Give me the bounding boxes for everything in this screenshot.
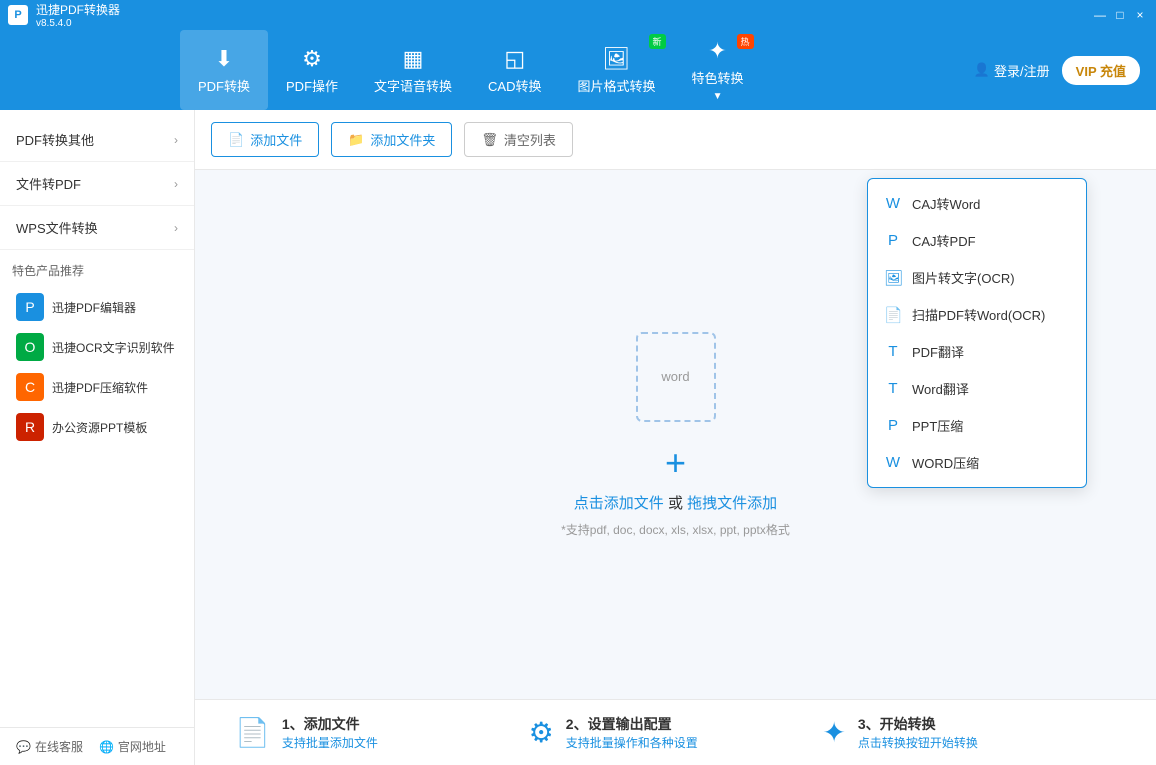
add-file-icon: 📄 [228,132,244,148]
nav-pdf-op[interactable]: ⚙ PDF操作 [268,30,356,110]
ocr-icon: O [16,333,44,361]
pdf-translate-icon: T [884,343,902,360]
product-ppt[interactable]: R 办公资源PPT模板 [12,407,182,447]
trash-icon: 🗑 [481,132,498,148]
title-bar: P 迅捷PDF转换器 v8.5.4.0 — □ × [0,0,1156,30]
chevron-right-icon: › [174,133,178,147]
sidebar-item-wps[interactable]: WPS文件转换 › [0,206,194,249]
guide-step-1: 📄 1、添加文件 支持批量添加文件 [235,714,529,751]
add-folder-button[interactable]: 📁 添加文件夹 [331,122,452,157]
nav-pdf-convert[interactable]: ⬇ PDF转换 [180,30,268,110]
dropdown-word-compress[interactable]: W WORD压缩 [868,444,1086,481]
close-button[interactable]: × [1132,7,1148,23]
chevron-right-icon-3: › [174,221,178,235]
vip-button[interactable]: VIP 充值 [1062,56,1140,85]
add-file-button[interactable]: 📄 添加文件 [211,122,319,157]
add-file-link[interactable]: 点击添加文件 [574,495,664,512]
products-title: 特色产品推荐 [12,262,182,279]
ppt-compress-icon: P [884,417,902,434]
main-layout: PDF转换其他 › 文件转PDF › WPS文件转换 › 特色产品推荐 P 迅捷… [0,110,1156,765]
word-placeholder: word [636,332,716,422]
add-file-text: 点击添加文件 或 拖拽文件添加 [574,492,777,513]
product-compress[interactable]: C 迅捷PDF压缩软件 [12,367,182,407]
special-icon: ✦ [708,38,726,64]
dropdown-pdf-translate[interactable]: T PDF翻译 [868,333,1086,370]
sidebar-item-pdf-other[interactable]: PDF转换其他 › [0,118,194,161]
word-translate-icon: T [884,380,902,397]
online-service-link[interactable]: 💬 在线客服 [16,738,83,755]
service-icon: 💬 [16,740,31,754]
text-voice-icon: ▦ [403,46,424,72]
sidebar-footer: 💬 在线客服 🌐 官网地址 [0,727,194,765]
minimize-button[interactable]: — [1092,7,1108,23]
scan-icon: 📄 [884,306,902,324]
nav-image-format[interactable]: 新 🖼 图片格式转换 [560,30,674,110]
dropdown-scan-pdf-word[interactable]: 📄 扫描PDF转Word(OCR) [868,296,1086,333]
nav-special[interactable]: 热 ✦ 特色转换 ▼ [674,30,762,110]
nav-cad[interactable]: ◱ CAD转换 [470,30,559,110]
sidebar-item-file-to-pdf[interactable]: 文件转PDF › [0,162,194,205]
dropdown-caj-pdf[interactable]: P CAJ转PDF [868,222,1086,259]
compress-icon: C [16,373,44,401]
dropdown-image-ocr[interactable]: 🖼 图片转文字(OCR) [868,259,1086,296]
new-badge: 新 [649,34,666,49]
guide-step-1-icon: 📄 [235,716,270,749]
guide-step-3-icon: ✦ [822,716,845,749]
dropdown-ppt-compress[interactable]: P PPT压缩 [868,407,1086,444]
login-button[interactable]: 👤 登录/注册 [974,61,1050,80]
dropdown-word-translate[interactable]: T Word翻译 [868,370,1086,407]
nav-right: 👤 登录/注册 VIP 充值 [974,30,1156,110]
add-file-hint: *支持pdf, doc, docx, xls, xlsx, ppt, pptx格… [561,521,790,538]
website-link[interactable]: 🌐 官网地址 [99,738,166,755]
guide-step-2: ⚙ 2、设置输出配置 支持批量操作和各种设置 [529,714,823,751]
maximize-button[interactable]: □ [1112,7,1128,23]
app-icon: P [8,5,28,25]
content-area: 📄 添加文件 📁 添加文件夹 🗑 清空列表 word + 点击添加文件 或 拖拽… [195,110,1156,765]
sidebar-section-file-to-pdf: 文件转PDF › [0,162,194,206]
guide-step-2-icon: ⚙ [529,716,554,749]
pdf-op-icon: ⚙ [302,46,322,72]
add-folder-icon: 📁 [348,132,364,148]
products-section: 特色产品推荐 P 迅捷PDF编辑器 O 迅捷OCR文字识别软件 C 迅捷PDF压… [0,250,194,447]
guide-step-3: ✦ 3、开始转换 点击转换按钮开始转换 [822,714,1116,751]
product-ocr[interactable]: O 迅捷OCR文字识别软件 [12,327,182,367]
caj-pdf-icon: P [884,232,902,249]
image-format-icon: 🖼 [603,46,631,72]
word-compress-icon: W [884,454,902,471]
user-icon: 👤 [974,62,990,78]
app-title: 迅捷PDF转换器 v8.5.4.0 [36,1,120,29]
cad-icon: ◱ [504,46,525,72]
dropdown-caj-word[interactable]: W CAJ转Word [868,185,1086,222]
nav-text-voice[interactable]: ▦ 文字语音转换 [356,30,470,110]
toolbar: 📄 添加文件 📁 添加文件夹 🗑 清空列表 [195,110,1156,170]
clear-list-button[interactable]: 🗑 清空列表 [464,122,573,157]
dropdown-menu: W CAJ转Word P CAJ转PDF 🖼 图片转文字(OCR) 📄 扫描PD… [867,178,1087,488]
sidebar-section-wps: WPS文件转换 › [0,206,194,250]
product-pdf-editor[interactable]: P 迅捷PDF编辑器 [12,287,182,327]
title-bar-controls: — □ × [1092,7,1148,23]
image-ocr-icon: 🖼 [884,269,902,287]
chevron-right-icon-2: › [174,177,178,191]
nav-bar: ⬇ PDF转换 ⚙ PDF操作 ▦ 文字语音转换 ◱ CAD转换 新 🖼 图片格… [0,30,1156,110]
hot-badge: 热 [737,34,754,49]
pdf-editor-icon: P [16,293,44,321]
website-icon: 🌐 [99,740,114,754]
plus-icon: + [665,442,686,484]
guide-bar: 📄 1、添加文件 支持批量添加文件 ⚙ 2、设置输出配置 支持批量操作和各种设置… [195,699,1156,765]
caj-word-icon: W [884,195,902,212]
pdf-convert-icon: ⬇ [215,46,233,72]
sidebar-section-pdf-other: PDF转换其他 › [0,118,194,162]
title-bar-left: P 迅捷PDF转换器 v8.5.4.0 [8,1,120,29]
sidebar: PDF转换其他 › 文件转PDF › WPS文件转换 › 特色产品推荐 P 迅捷… [0,110,195,765]
ppt-icon: R [16,413,44,441]
